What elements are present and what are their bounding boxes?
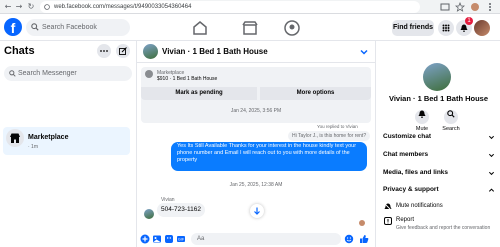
chats-title: Chats — [4, 45, 35, 57]
chevron-down-icon[interactable] — [488, 170, 495, 177]
timestamp: Jan 25, 2025, 12:38 AM — [229, 182, 283, 188]
timestamp: Jan 24, 2025, 3:56 PM — [230, 108, 282, 114]
report-description: Give feedback and report the conversatio… — [396, 225, 491, 231]
facebook-logo[interactable]: f — [4, 18, 22, 36]
star-icon[interactable] — [455, 2, 465, 12]
arrow-down-icon — [254, 207, 260, 215]
notification-badge: 1 — [465, 17, 473, 25]
chevron-down-icon[interactable] — [488, 134, 495, 141]
conversation-avatar — [6, 129, 24, 147]
contact-name[interactable]: Vivian · 1 Bed 1 Bath House — [162, 47, 268, 56]
profile-avatar[interactable] — [423, 63, 451, 91]
media-files-links-row[interactable]: Media, files and links — [383, 169, 448, 176]
seen-avatar — [359, 220, 365, 226]
chevron-down-icon[interactable] — [488, 152, 495, 159]
svg-text:GIF: GIF — [178, 238, 185, 242]
chat-options-button[interactable] — [97, 44, 111, 58]
marketplace-card: Marketplace $910 · 1 Bed 1 Bath House Ma… — [141, 67, 371, 123]
marketplace-icon[interactable] — [240, 18, 260, 38]
contact-avatar[interactable] — [143, 44, 158, 59]
chat-window: Vivian · 1 Bed 1 Bath House Marketplace … — [137, 41, 375, 247]
sender-avatar[interactable] — [144, 209, 154, 219]
image-icon[interactable] — [152, 234, 162, 244]
mute-bell-icon — [384, 203, 392, 211]
reload-icon[interactable]: ↻ — [26, 2, 36, 12]
thumbs-up-icon[interactable] — [359, 234, 369, 244]
messenger-search-input[interactable]: Search Messenger — [4, 66, 132, 81]
report-icon — [384, 217, 392, 225]
chevron-down-icon[interactable] — [359, 47, 369, 57]
chat-header: Vivian · 1 Bed 1 Bath House — [137, 41, 375, 63]
apps-menu-button[interactable] — [438, 20, 454, 36]
conversation-time: · 1m — [28, 144, 38, 150]
scroll-to-bottom-button[interactable] — [250, 204, 264, 218]
listing-title[interactable]: $910 · 1 Bed 1 Bath House — [157, 76, 217, 82]
groups-icon[interactable] — [282, 18, 302, 38]
gif-icon[interactable]: GIF — [176, 234, 186, 244]
back-icon[interactable]: ← — [3, 2, 13, 12]
facebook-search-placeholder: Search Facebook — [42, 24, 97, 31]
store-icon — [10, 133, 20, 143]
conversation-info-panel: Vivian · 1 Bed 1 Bath House Mute Search … — [375, 41, 500, 247]
cast-icon[interactable] — [440, 2, 450, 12]
bell-icon — [418, 110, 426, 118]
chat-members-row[interactable]: Chat members — [383, 151, 428, 158]
listing-thumbnail — [145, 70, 153, 78]
received-message[interactable]: 504-723-1162 — [157, 203, 205, 217]
url-text: web.facebook.com/messages/t/949003305436… — [54, 4, 192, 10]
site-info-icon[interactable] — [44, 4, 50, 10]
facebook-search-input[interactable]: Search Facebook — [26, 19, 130, 36]
chats-sidebar: Chats Search Messenger Marketplace · 1m — [0, 41, 137, 247]
customize-chat-row[interactable]: Customize chat — [383, 133, 431, 140]
mute-label: Mute — [415, 126, 429, 132]
messenger-search-placeholder: Search Messenger — [18, 70, 77, 77]
search-icon — [31, 23, 39, 31]
mute-notifications-item[interactable]: Mute notifications — [396, 203, 443, 209]
search-icon — [447, 110, 455, 118]
account-avatar[interactable] — [474, 20, 490, 36]
bell-icon — [460, 24, 468, 32]
profile-name: Vivian · 1 Bed 1 Bath House — [388, 94, 489, 103]
report-item[interactable]: Report — [396, 217, 414, 223]
address-bar[interactable]: web.facebook.com/messages/t/949003305436… — [40, 1, 420, 13]
sent-message[interactable]: Yes Its Still Available Thanks for your … — [171, 142, 367, 171]
mark-as-pending-button[interactable]: Mark as pending — [141, 87, 257, 100]
profile-icon[interactable] — [470, 2, 480, 12]
mute-button[interactable]: Mute — [407, 107, 437, 132]
search-icon — [9, 70, 16, 77]
search-label: Search — [442, 126, 460, 132]
more-options-button[interactable]: More options — [260, 87, 371, 100]
more-icon — [100, 50, 108, 52]
find-friends-button[interactable]: Find friends — [392, 20, 434, 36]
chevron-up-icon[interactable] — [488, 187, 495, 194]
search-in-conversation-button[interactable]: Search — [436, 107, 466, 132]
message-input[interactable]: Aa — [191, 233, 341, 245]
message-composer: GIF Aa — [137, 231, 375, 247]
quoted-message[interactable]: Hi Taylor J., is this home for rent? — [288, 131, 371, 141]
grid-icon — [442, 24, 450, 32]
home-icon[interactable] — [190, 18, 210, 38]
reply-note: You replied to Vivian — [317, 124, 358, 129]
message-input-placeholder: Aa — [197, 236, 205, 242]
sticker-icon[interactable] — [164, 234, 174, 244]
conversation-item-marketplace[interactable]: Marketplace · 1m — [3, 127, 130, 155]
new-message-button[interactable] — [116, 44, 130, 58]
menu-icon[interactable] — [485, 2, 495, 12]
forward-icon[interactable]: → — [14, 2, 24, 12]
compose-icon — [119, 47, 127, 55]
facebook-header: f Search Facebook Find friends 1 — [0, 15, 500, 41]
privacy-support-row[interactable]: Privacy & support — [383, 186, 439, 193]
conversation-name: Marketplace — [28, 134, 69, 141]
plus-icon[interactable] — [140, 234, 150, 244]
emoji-icon[interactable] — [344, 234, 354, 244]
browser-toolbar: ← → ↻ web.facebook.com/messages/t/949003… — [0, 0, 500, 14]
